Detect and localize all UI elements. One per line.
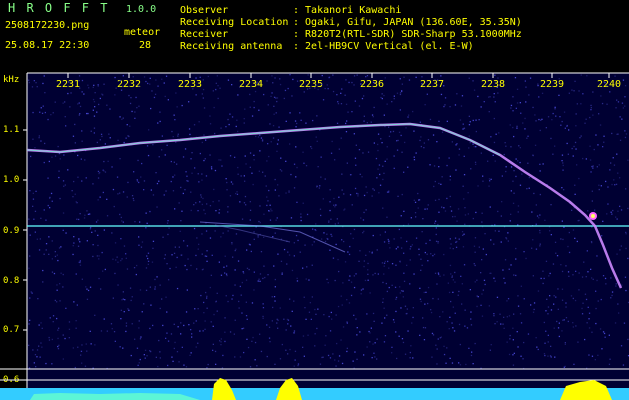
- spectrogram-overlay: [0, 72, 629, 400]
- meteor-echo-streak: [214, 224, 291, 243]
- y-tick-marks: [23, 129, 27, 381]
- x-tick-marks: [67, 73, 610, 78]
- noise-speckle: [28, 74, 629, 370]
- signal-noise-floor: [30, 393, 200, 400]
- meteor-echo-core: [591, 214, 595, 218]
- signal-peak: [560, 380, 612, 400]
- meteor-trace: [26, 122, 623, 289]
- hrofft-screen: H R O F F T 1.0.0 2508172230.png meteor …: [0, 0, 629, 400]
- signal-peak: [276, 378, 302, 400]
